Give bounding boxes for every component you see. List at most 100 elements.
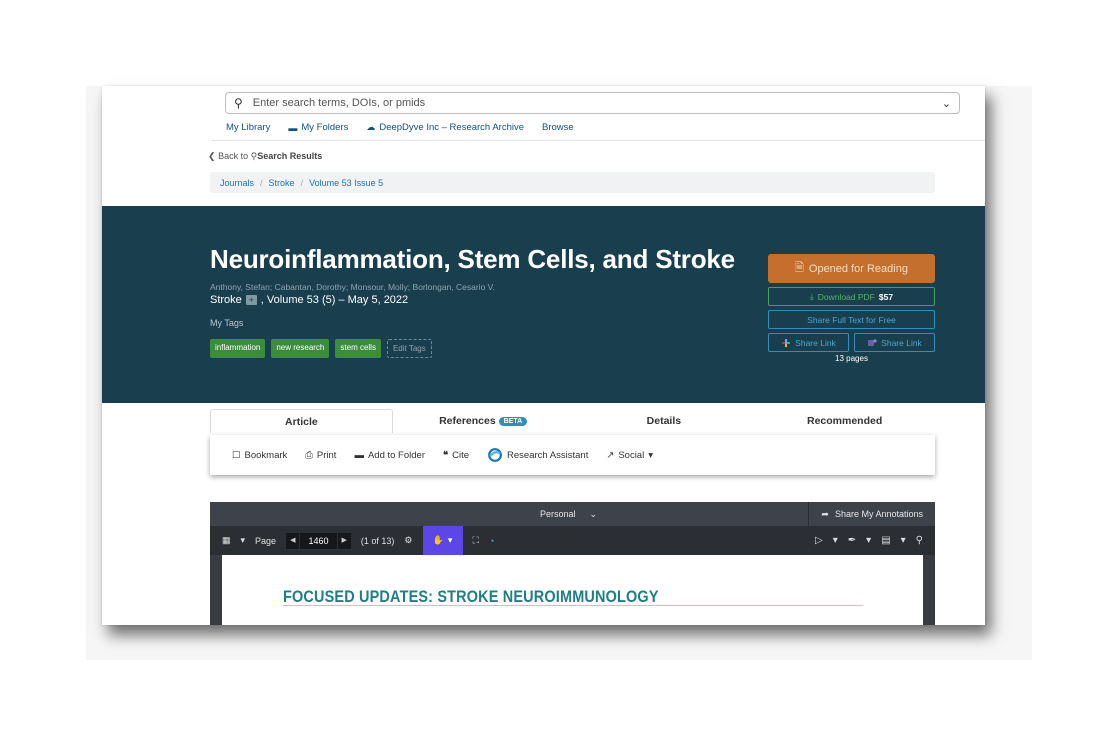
tag-inflammation[interactable]: inflammation [210, 339, 266, 358]
article-authors[interactable]: Anthony, Stefan; Cabantan, Dorothy; Mons… [210, 282, 495, 292]
tag-stem-cells[interactable]: stem cells [335, 339, 381, 358]
research-assistant-icon [488, 448, 502, 462]
share-icon: ↗ [606, 449, 615, 461]
note-icon[interactable]: ▤ [881, 535, 890, 546]
prev-page-icon[interactable]: ◀ [286, 532, 300, 549]
caret-down-icon: ▾ [648, 449, 653, 461]
pen-icon[interactable]: ✒ [848, 535, 856, 546]
share-link-teams-button[interactable]: Share Link [854, 333, 935, 352]
share-link-slack-label: Share Link [795, 337, 836, 348]
caret-down-icon: ▾ [447, 535, 453, 545]
print-button[interactable]: ⎙ Print [305, 450, 336, 461]
search-icon: ⚲ [234, 96, 243, 110]
nav-browse[interactable]: Browse [542, 122, 574, 133]
caret-down-icon[interactable]: ▾ [833, 535, 838, 546]
volume-date: , Volume 53 (5) – May 5, 2022 [260, 294, 409, 306]
breadcrumb-volume[interactable]: Volume 53 Issue 5 [309, 178, 383, 188]
add-to-folder-label: Add to Folder [367, 449, 425, 461]
assistant-icon[interactable]: ◔ [489, 536, 494, 546]
research-assistant-button[interactable]: Research Assistant [487, 447, 588, 463]
follow-journal-icon[interactable]: + [245, 295, 257, 305]
breadcrumb-journals[interactable]: Journals [220, 178, 254, 188]
journal-name[interactable]: Stroke [210, 294, 242, 306]
add-to-folder-button[interactable]: ▬ Add to Folder [354, 450, 425, 461]
page-number-input[interactable]: 1460 [300, 532, 337, 549]
fullscreen-icon[interactable]: ⛶ [473, 535, 479, 546]
article-title: Neuroinflammation, Stem Cells, and Strok… [210, 244, 735, 274]
tab-references-label: References [439, 415, 496, 427]
caret-down-icon[interactable]: ▾ [901, 535, 906, 546]
quote-icon: ❝ [443, 449, 449, 461]
heading-underline [283, 605, 863, 606]
tab-details[interactable]: Details [574, 409, 755, 433]
document-page: FOCUSED UPDATES: STROKE NEUROIMMUNOLOGY [222, 555, 923, 625]
stage: deepdyve ⚲ Enter search terms, DOIs, or … [0, 0, 1118, 746]
caret-down-icon[interactable]: ▾ [241, 535, 246, 546]
chevron-down-icon[interactable]: ⌄ [942, 97, 951, 110]
breadcrumb-separator: / [260, 177, 263, 188]
article-hero: Neuroinflammation, Stem Cells, and Strok… [102, 206, 985, 403]
share-annotations-button[interactable]: ➦ Share My Annotations [808, 502, 935, 526]
annotation-mode-label: Personal [540, 509, 576, 519]
header-divider [212, 140, 985, 141]
bookmark-button[interactable]: ☐ Bookmark [232, 450, 287, 461]
beta-badge: BETA [498, 417, 528, 426]
top-nav: My Library ▬ My Folders ☁ DeepDyve Inc – R… [226, 122, 574, 133]
tag-new-research[interactable]: new research [271, 339, 330, 358]
my-tags-label: My Tags [210, 318, 244, 328]
folder-icon: ▬ [354, 449, 364, 461]
annotation-tools: ▷ ▾ ✒ ▾ ▤ ▾ ⚲ [815, 526, 923, 555]
nav-research-archive[interactable]: ☁ DeepDyve Inc – Research Archive [366, 122, 524, 133]
tab-recommended[interactable]: Recommended [754, 409, 935, 433]
tab-article[interactable]: Article [210, 409, 393, 433]
back-prefix: Back to [218, 151, 249, 161]
cloud-icon: ☁ [366, 122, 376, 132]
bookmark-icon: ☐ [232, 449, 241, 461]
opened-for-reading-button[interactable]: 🗎 Opened for Reading [768, 254, 935, 283]
article-tabs: Article References BETA Details Recommen… [210, 409, 935, 433]
bookmark-label: Bookmark [244, 449, 288, 461]
search-input[interactable]: ⚲ Enter search terms, DOIs, or pmids ⌄ [225, 92, 960, 114]
nav-my-folders-label: My Folders [301, 122, 349, 133]
folder-icon: ▬ [288, 122, 298, 133]
nav-my-library[interactable]: My Library [226, 122, 270, 133]
hand-icon: ✋ [432, 535, 444, 545]
document-heading: FOCUSED UPDATES: STROKE NEUROIMMUNOLOGY [283, 587, 659, 606]
nav-research-archive-label: DeepDyve Inc – Research Archive [379, 122, 525, 133]
annotation-mode-select[interactable]: Personal ⌄ [540, 509, 597, 520]
settings-icon[interactable]: ⚙ [404, 535, 412, 546]
caret-down-icon[interactable]: ▾ [866, 535, 871, 546]
browser-window: ⚲ Enter search terms, DOIs, or pmids ⌄ M… [102, 86, 985, 625]
viewer-toolbar: ▦ ▾ Page ◀ 1460 ▶ (1 of 13) ⚙ ✋ ▾ ⛶ ◔ ▷ ▾… [210, 526, 935, 555]
edit-tags-button[interactable]: Edit Tags [386, 339, 432, 358]
chevron-down-icon: ⌄ [589, 509, 598, 519]
document-icon: 🗎 [795, 262, 804, 274]
share-link-slack-button[interactable]: Share Link [768, 333, 849, 352]
print-icon: ⎙ [305, 449, 313, 461]
page-navigator: ◀ 1460 ▶ [286, 532, 351, 549]
cite-button[interactable]: ❝ Cite [443, 450, 469, 461]
nav-my-folders[interactable]: ▬ My Folders [288, 122, 348, 133]
next-page-icon[interactable]: ▶ [337, 532, 351, 549]
print-label: Print [316, 449, 337, 461]
slack-icon [782, 338, 791, 347]
article-toolbar: ☐ Bookmark ⎙ Print ▬ Add to Folder ❝ Cite Re… [210, 435, 935, 475]
social-dropdown[interactable]: ↗ Social ▾ [606, 450, 653, 461]
download-pdf-button[interactable]: ⤓ Download PDF $57 [768, 287, 935, 306]
pan-tool-button[interactable]: ✋ ▾ [422, 526, 463, 555]
teams-icon [868, 338, 877, 346]
share-full-text-button[interactable]: Share Full Text for Free [768, 310, 935, 329]
thumbnails-icon[interactable]: ▦ [222, 535, 231, 546]
page-count: 13 pages [835, 354, 868, 363]
breadcrumb-stroke[interactable]: Stroke [269, 178, 295, 188]
tab-references[interactable]: References BETA [393, 409, 574, 433]
tag-list: inflammation new research stem cells Edi… [210, 339, 432, 358]
download-label: Download PDF [817, 291, 875, 302]
article-source: Stroke + , Volume 53 (5) – May 5, 2022 [210, 294, 408, 306]
back-to-search-link[interactable]: ❮ Back to ⚲Search Results [208, 151, 322, 162]
chevron-left-icon: ❮ [208, 151, 216, 161]
search-icon[interactable]: ⚲ [916, 535, 923, 546]
highlighter-icon[interactable]: ▷ [815, 535, 823, 546]
page-label: Page [255, 535, 277, 546]
pdf-viewer: Personal ⌄ ➦ Share My Annotations ▦ ▾ Pag… [210, 502, 935, 625]
